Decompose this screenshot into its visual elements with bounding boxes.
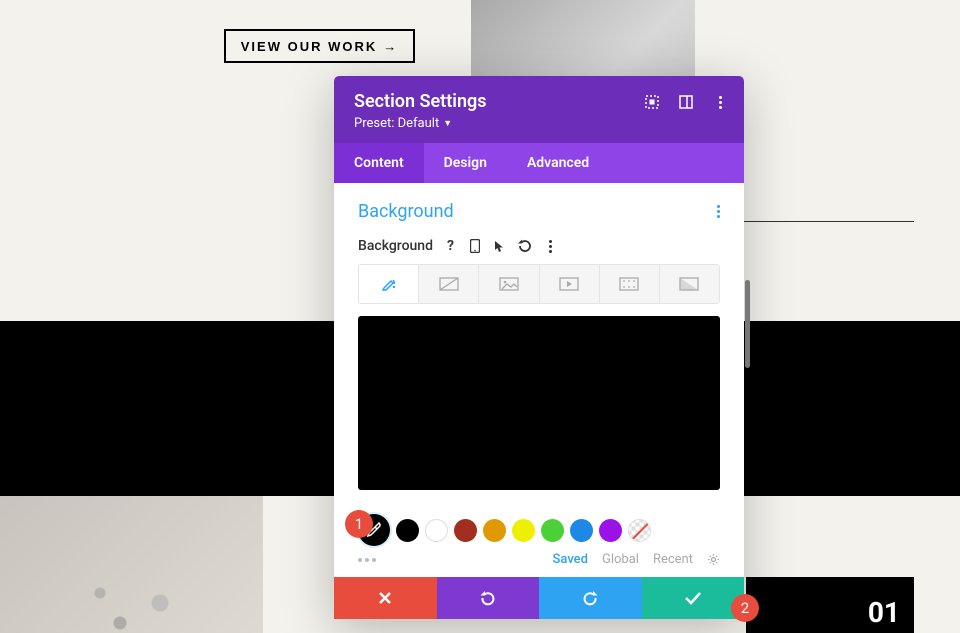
redo-icon [582, 590, 598, 606]
swatch-transparent[interactable] [628, 519, 651, 542]
preset-dropdown[interactable]: Preset: Default ▼ [354, 116, 452, 131]
save-button[interactable] [642, 577, 745, 619]
more-menu-icon[interactable] [712, 94, 728, 110]
cancel-button[interactable] [334, 577, 437, 619]
swatch-orange[interactable] [483, 519, 506, 542]
more-swatches-icon[interactable] [358, 558, 376, 562]
tab-content[interactable]: Content [334, 143, 424, 183]
bg-type-image[interactable] [478, 265, 538, 303]
tab-advanced[interactable]: Advanced [507, 143, 609, 183]
reset-icon[interactable] [518, 239, 533, 254]
palette-tab-saved[interactable]: Saved [553, 552, 588, 567]
caret-down-icon: ▼ [443, 118, 452, 129]
undo-button[interactable] [437, 577, 540, 619]
check-icon [685, 591, 701, 605]
color-preview[interactable] [358, 316, 720, 490]
background-label-row: Background ? [358, 238, 720, 254]
swatch-darkred[interactable] [454, 519, 477, 542]
section-settings-modal: Section Settings Preset: Default ▼ Conte… [334, 76, 744, 619]
swatch-yellow[interactable] [512, 519, 535, 542]
palette-tab-recent[interactable]: Recent [653, 552, 693, 567]
side-panel-icon[interactable] [678, 94, 694, 110]
palette-tab-global[interactable]: Global [602, 552, 639, 567]
hover-icon[interactable] [493, 239, 508, 254]
gear-icon[interactable] [707, 553, 720, 566]
arrow-right-icon: → [383, 39, 398, 54]
swatch-purple[interactable] [599, 519, 622, 542]
bg-type-video[interactable] [539, 265, 599, 303]
swatch-white[interactable] [425, 519, 448, 542]
cta-label: VIEW OUR WORK [241, 39, 378, 54]
annotation-2: 2 [731, 594, 759, 622]
options-more-icon[interactable] [543, 239, 558, 254]
section-more-icon[interactable] [717, 205, 720, 218]
modal-tabs: Content Design Advanced [334, 143, 744, 183]
tab-design[interactable]: Design [424, 143, 507, 183]
undo-icon [480, 590, 496, 606]
bottom-number-panel: 01 [746, 577, 914, 633]
modal-header: Section Settings Preset: Default ▼ [334, 76, 744, 143]
background-label-icons: ? [443, 239, 558, 254]
close-icon [378, 591, 392, 605]
room-image [0, 496, 263, 633]
section-title: Background [358, 201, 454, 222]
expand-icon[interactable] [644, 94, 660, 110]
section-title-row: Background [358, 201, 720, 222]
preset-label: Preset: Default [354, 116, 439, 131]
color-swatches [334, 514, 744, 546]
panel-number: 01 [868, 596, 900, 629]
background-label: Background [358, 238, 433, 254]
help-icon[interactable]: ? [443, 239, 458, 254]
modal-footer [334, 577, 744, 619]
background-type-tabs [358, 264, 720, 304]
bg-type-gradient[interactable] [418, 265, 478, 303]
bg-type-pattern[interactable] [599, 265, 659, 303]
scrollbar[interactable] [745, 280, 750, 368]
cta-button[interactable]: VIEW OUR WORK → [224, 29, 415, 63]
bg-type-mask[interactable] [659, 265, 719, 303]
bg-type-color[interactable] [359, 265, 418, 303]
background-section: Background Background ? [334, 183, 744, 500]
annotation-1: 1 [345, 510, 373, 538]
header-icons [644, 94, 728, 110]
palette-controls-row: Saved Global Recent [334, 546, 744, 577]
swatch-black[interactable] [396, 519, 419, 542]
phone-icon[interactable] [468, 239, 483, 254]
palette-tabs: Saved Global Recent [553, 552, 720, 567]
swatch-green[interactable] [541, 519, 564, 542]
swatch-blue[interactable] [570, 519, 593, 542]
redo-button[interactable] [539, 577, 642, 619]
